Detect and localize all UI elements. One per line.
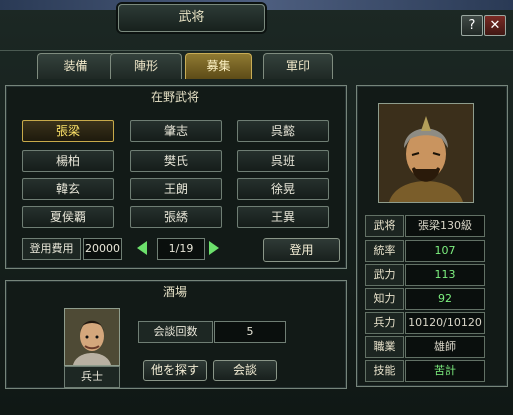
stat-label: 知力 [365,288,404,310]
window-title: 武将 [118,4,265,32]
stat-value: 113 [405,264,485,286]
portrait-label: 兵士 [64,366,120,388]
stat-value: 92 [405,288,485,310]
stat-label: 職業 [365,336,404,358]
general-button[interactable]: 徐晃 [237,178,329,200]
general-button[interactable]: 楊柏 [22,150,114,172]
fee-value: 20000 [83,238,122,260]
tab-recruit[interactable]: 募集 [185,53,252,79]
general-button[interactable]: 韓玄 [22,178,114,200]
soldier-portrait-icon [65,309,119,365]
general-portrait [378,103,474,203]
tab-equipment[interactable]: 装備 [37,53,114,79]
general-button[interactable]: 肇志 [130,120,222,142]
stat-value: 10120/10120 [405,312,485,334]
stat-label: 兵力 [365,312,404,334]
recruit-button[interactable]: 登用 [263,238,340,262]
general-button[interactable]: 王異 [237,206,329,228]
general-button[interactable]: 夏侯覇 [22,206,114,228]
help-button[interactable]: ? [461,15,483,36]
tab-seal[interactable]: 軍印 [263,53,333,79]
general-button[interactable]: 樊氏 [130,150,222,172]
general-portrait-icon [379,104,473,202]
stat-label: 技能 [365,360,404,382]
stat-value: 張梁130級 [405,215,485,237]
search-button[interactable]: 他を探す [143,360,207,381]
talk-button[interactable]: 会談 [213,360,277,381]
stat-label: 統率 [365,240,404,262]
fee-label: 登用費用 [22,238,81,260]
tavern-panel-title: 酒場 [162,285,187,299]
stat-label: 武将 [365,215,404,237]
stat-value: 107 [405,240,485,262]
talk-count-value: 5 [214,321,286,343]
stat-label: 武力 [365,264,404,286]
stat-value: 苦計 [405,360,485,382]
general-button[interactable]: 王朗 [130,178,222,200]
stat-value: 雄師 [405,336,485,358]
general-button[interactable]: 呉懿 [237,120,329,142]
close-button[interactable]: ✕ [484,15,506,36]
general-button[interactable]: 呉班 [237,150,329,172]
previous-page-icon[interactable] [137,241,147,255]
general-button[interactable]: 張梁 [22,120,114,142]
talk-count-label: 会談回数 [138,321,213,343]
general-button[interactable]: 張綉 [130,206,222,228]
next-page-icon[interactable] [209,241,219,255]
soldier-portrait [64,308,120,366]
page-indicator: 1/19 [157,238,205,260]
recruit-panel-title: 在野武将 [150,90,199,104]
tab-formation[interactable]: 陣形 [110,53,182,79]
